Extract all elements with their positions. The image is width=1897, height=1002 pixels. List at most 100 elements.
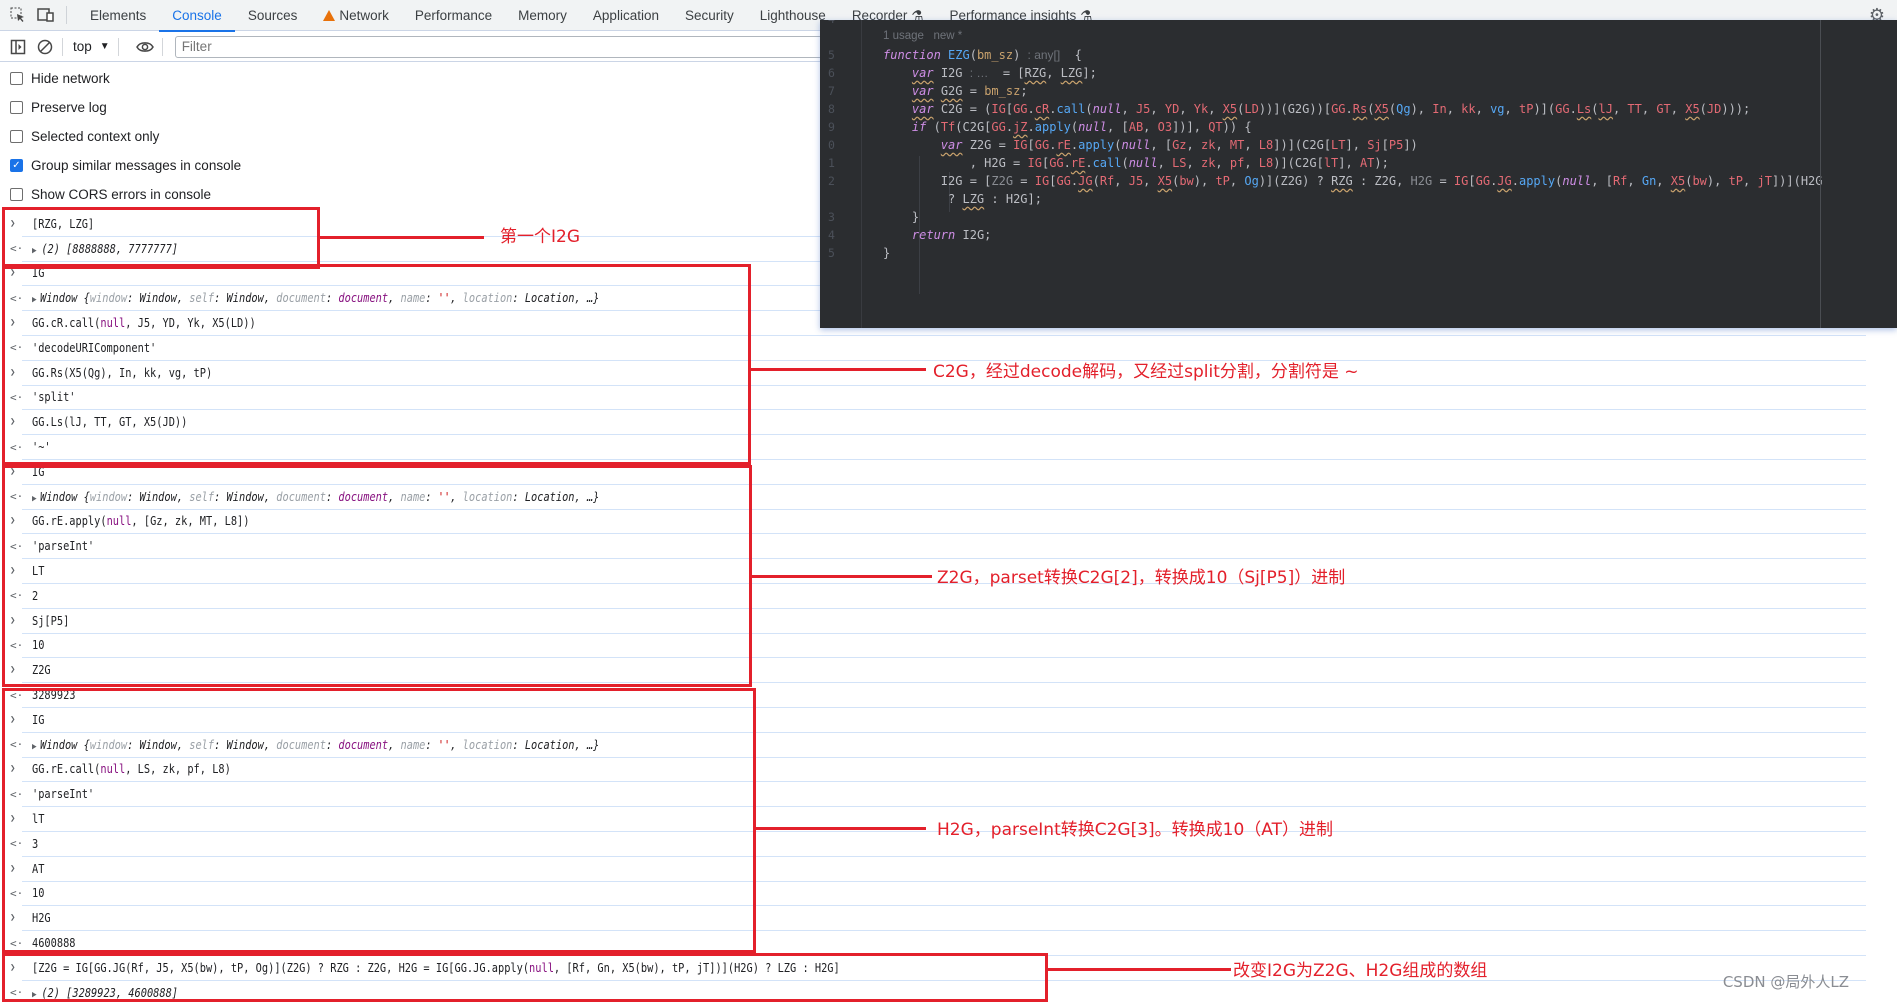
tab-application[interactable]: Application (580, 0, 672, 31)
window-object-result: ▶ Window {window: Window, self: Window, d… (32, 489, 600, 504)
code-segment: , [Rf, Gn, X5(bw), tP, jT])](H2G) ? LZG … (553, 960, 840, 975)
property-key: document (276, 489, 326, 504)
number-result: 10 (32, 886, 45, 901)
console-input-row[interactable]: ❯ H2G (10, 906, 1866, 932)
code-segment: [Z2G = IG[GG.JG(Rf, J5, X5(bw), tP, Og)]… (32, 960, 530, 975)
console-input-row[interactable]: ❯ GG.rE.call(null, LS, zk, pf, L8) (10, 758, 1866, 783)
tab-performance[interactable]: Performance (402, 0, 505, 31)
setting-hide-network[interactable]: Hide network (0, 64, 820, 93)
console-input-text: AT (32, 861, 45, 876)
code-line-12-wrap: ? LZG : H2G]; (883, 192, 1042, 206)
console-input-row[interactable]: ❯ GG.Ls(lJ, TT, GT, X5(JD)) (10, 410, 1866, 436)
console-result-row[interactable]: <· ▶ Window {window: Window, self: Window,… (10, 733, 1866, 758)
console-result-row[interactable]: <· 10 (10, 634, 1866, 659)
input-prompt-icon: ❯ (10, 615, 16, 626)
console-result-row[interactable]: <· 4600888 (10, 931, 1866, 956)
console-result-row[interactable]: <· ▶ (2) [3289923, 4600888] (10, 981, 1866, 1002)
tab-memory[interactable]: Memory (505, 0, 580, 31)
console-input-text: LT (32, 564, 45, 579)
tab-security[interactable]: Security (672, 0, 747, 31)
context-selector[interactable]: top ▼ (73, 39, 110, 54)
tab-elements[interactable]: Elements (77, 0, 159, 31)
checkbox[interactable] (10, 72, 23, 85)
expand-triangle-icon[interactable]: ▶ (32, 742, 37, 752)
checkbox[interactable] (10, 130, 23, 143)
code-line-12: I2G = [Z2G = IG[GG.JG(Rf, J5, X5(bw), tP… (883, 174, 1823, 188)
null-keyword: null (106, 514, 132, 529)
console-result-row[interactable]: <· 10 (10, 882, 1866, 907)
live-expression-eye-icon[interactable] (135, 38, 154, 56)
tab-console[interactable]: Console (159, 0, 235, 32)
code-line-5: function EZG(bm_sz) : any[] { (883, 48, 1082, 62)
console-input-text: GG.Rs(X5(Qg), In, kk, vg, tP) (32, 365, 213, 380)
property-key: window (89, 489, 128, 504)
property-value: '' (437, 291, 451, 306)
sidebar-toggle-icon[interactable] (9, 38, 27, 56)
string-result: 'split' (32, 390, 76, 405)
device-toolbar-icon[interactable] (36, 5, 56, 25)
string-result: 'parseInt' (32, 787, 95, 802)
input-prompt-icon: ❯ (10, 764, 16, 775)
tab-sources[interactable]: Sources (235, 0, 311, 31)
input-prompt-icon: ❯ (10, 417, 16, 428)
expand-triangle-icon[interactable]: ▶ (32, 295, 37, 305)
setting-group-similar[interactable]: ✓ Group similar messages in console (0, 151, 820, 180)
input-prompt-icon: ❯ (10, 714, 16, 725)
code-line-6: var I2G : … = [RZG, LZG]; (911, 66, 1097, 80)
property-value: Location (524, 489, 575, 504)
number-result: 2 (32, 588, 39, 603)
expand-triangle-icon[interactable]: ▶ (32, 494, 37, 504)
property-value: '' (437, 489, 451, 504)
expand-triangle-icon[interactable]: ▶ (32, 990, 41, 1000)
console-result-row[interactable]: <· 3289923 (10, 683, 1866, 708)
property-value: Window (226, 489, 264, 504)
setting-show-cors-errors[interactable]: Show CORS errors in console (0, 180, 820, 209)
console-input-text: GG.cR.call(null, J5, YD, Yk, X5(LD)) (32, 316, 256, 330)
tab-label: Security (684, 7, 734, 23)
console-input-row[interactable]: ❯ AT (10, 857, 1866, 882)
console-input-row[interactable]: ❯ Z2G (10, 658, 1866, 684)
code-line-11: , H2G = IG[GG.rE.call(null, LS, zk, pf, … (883, 156, 1389, 170)
code-line-14: return I2G; (911, 228, 992, 242)
inspect-element-icon[interactable] (8, 5, 28, 25)
setting-selected-context-only[interactable]: Selected context only (0, 122, 820, 151)
input-prompt-icon: ❯ (10, 962, 16, 973)
filter-input[interactable] (174, 35, 835, 58)
console-result-row[interactable]: <· '~' (10, 435, 1866, 460)
checkbox[interactable] (10, 188, 23, 201)
expand-triangle-icon[interactable]: ▶ (32, 246, 41, 256)
console-result-row[interactable]: <· ▶ Window {window: Window, self: Window,… (10, 485, 1866, 510)
console-result-row[interactable]: <· 'split' (10, 386, 1866, 411)
console-input-row[interactable]: ❯ IG (10, 460, 1866, 485)
checkbox[interactable] (10, 101, 23, 114)
line-number: 3 (828, 210, 835, 224)
result-arrow-icon: <· (10, 837, 24, 851)
console-messages: ❯ [RZG, LZG] <· ▶ (2) [8888888, 7777777] ❯ IG… (0, 212, 1866, 1002)
setting-preserve-log[interactable]: Preserve log (0, 93, 820, 122)
code-segment: GG.rE.apply( (32, 514, 107, 529)
code-line-7: var G2G = bm_sz; (911, 84, 1028, 98)
console-input-row[interactable]: ❯ GG.rE.apply(null, [Gz, zk, MT, L8]) (10, 510, 1866, 535)
array-preview: (2) [8888888, 7777777] (41, 241, 179, 256)
property-key: self (189, 737, 215, 752)
string-result: 'decodeURIComponent' (32, 340, 157, 355)
tab-label: Performance (414, 7, 493, 23)
line-number: 2 (828, 174, 835, 188)
property-value: Window (139, 489, 177, 504)
property-key: document (276, 291, 326, 306)
clear-console-icon[interactable] (36, 38, 54, 56)
warning-icon (323, 9, 336, 21)
console-result-row[interactable]: <· 'parseInt' (10, 782, 1866, 808)
line-number: 8 (828, 102, 835, 116)
number-result: 3289923 (32, 688, 76, 703)
tab-network[interactable]: Network (310, 0, 402, 31)
console-input-row[interactable]: ❯ [Z2G = IG[GG.JG(Rf, J5, X5(bw), tP, Og)… (10, 956, 1866, 981)
console-input-row[interactable]: ❯ Sj[P5] (10, 609, 1866, 634)
console-input-row[interactable]: ❯ IG (10, 708, 1866, 733)
window-object-result: ▶ Window {window: Window, self: Window, d… (32, 291, 600, 306)
console-result-row[interactable]: <· 'parseInt' (10, 534, 1866, 560)
result-arrow-icon: <· (10, 490, 24, 504)
annotation-connector-1 (320, 236, 484, 239)
checkbox-checked[interactable]: ✓ (10, 159, 23, 172)
console-input-text: GG.Ls(lJ, TT, GT, X5(JD)) (32, 415, 188, 430)
